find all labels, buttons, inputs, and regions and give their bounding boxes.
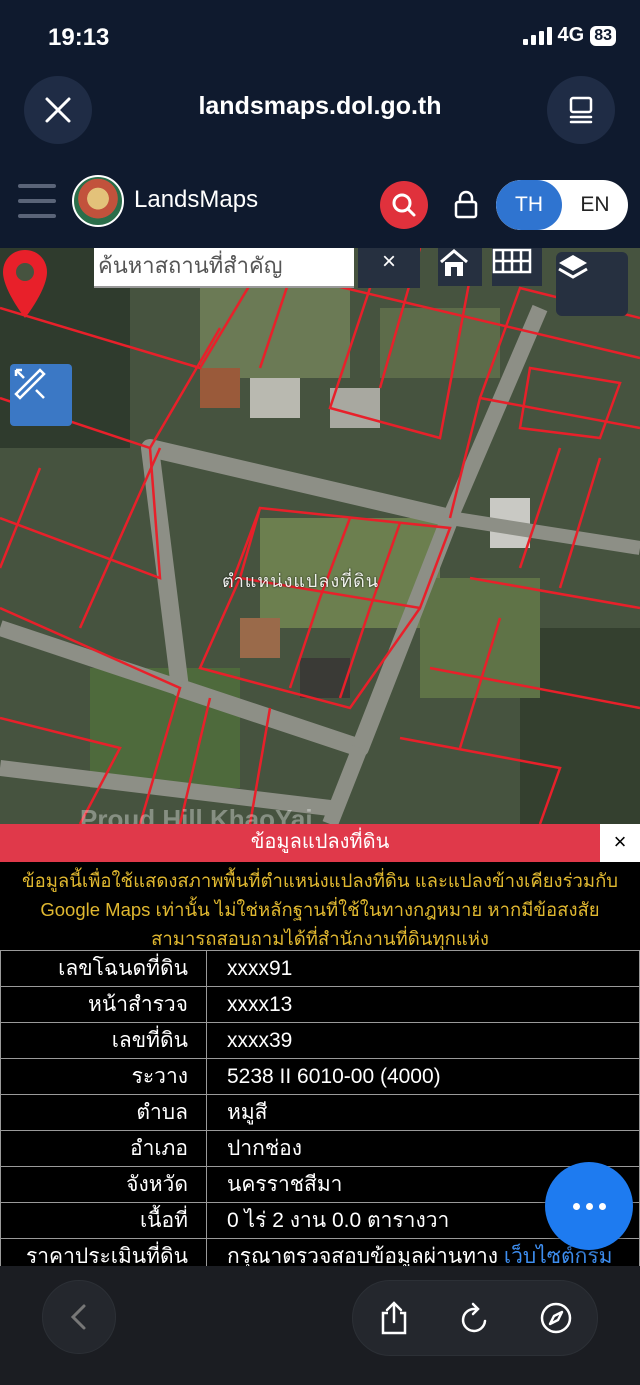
more-icon-dot (585, 1202, 593, 1210)
ruler-icon (14, 368, 46, 400)
back-icon (70, 1304, 86, 1330)
map-pin-icon[interactable] (0, 248, 50, 320)
table-row: หน้าสำรวจ xxxx13 (0, 986, 640, 1023)
page: 19:13 4G 83 landsmaps.dol.go.th LandsMap… (0, 0, 640, 1385)
lang-th-button[interactable]: TH (496, 180, 562, 230)
more-icon-dot (598, 1202, 606, 1210)
tabs-button[interactable] (547, 76, 615, 144)
satellite-map (0, 248, 640, 824)
more-icon-dot (572, 1202, 580, 1210)
home-button[interactable] (438, 248, 482, 286)
layers-icon (558, 255, 588, 279)
info-header: ข้อมูลแปลงที่ดิน (0, 824, 640, 862)
status-bar: 19:13 4G 83 (0, 0, 640, 72)
table-row: เนื้อที่ 0 ไร่ 2 งาน 0.0 ตารางวา (0, 1202, 640, 1239)
row-label: เลขที่ดิน (0, 1022, 207, 1059)
row-label: เลขโฉนดที่ดิน (0, 950, 207, 987)
browser-actions (352, 1280, 598, 1356)
place-search-input[interactable]: ค้นหาสถานที่สำคัญ (94, 248, 354, 288)
browser-bar: landsmaps.dol.go.th (0, 72, 640, 162)
row-label: ตำบล (0, 1094, 207, 1131)
url-text[interactable]: landsmaps.dol.go.th (0, 92, 640, 121)
map-place-label: Proud Hill KhaoYai (80, 804, 313, 824)
parcel-label: ตำแหน่งแปลงที่ดิน (222, 571, 380, 591)
table-row: ตำบล หมูสี (0, 1094, 640, 1131)
tabs-icon (569, 96, 593, 124)
price-text: กรุณาตรวจสอบข้อมูลผ่านทาง (227, 1245, 499, 1268)
home-icon (440, 249, 468, 276)
status-indicators: 4G 83 (522, 24, 616, 47)
compass-button[interactable] (536, 1298, 576, 1338)
grid-button[interactable] (492, 248, 542, 286)
more-button[interactable] (545, 1162, 633, 1250)
share-button[interactable] (374, 1298, 414, 1338)
search-button[interactable] (380, 181, 428, 229)
menu-icon[interactable] (18, 184, 56, 218)
parcel-info-panel: ข้อมูลแปลงที่ดิน × ข้อมูลนี้เพื่อใช้แสดง… (0, 824, 640, 1275)
network-type: 4G (557, 24, 585, 46)
language-toggle: TH EN (496, 180, 628, 230)
share-icon (381, 1301, 406, 1335)
app-title: LandsMaps (134, 186, 259, 213)
dol-logo (72, 175, 124, 227)
layers-button[interactable] (556, 252, 628, 316)
map-view[interactable]: ค้นหาสถานที่สำคัญ × ตำแหน่งแปลงที่ดิน Pr… (0, 248, 640, 824)
measure-button[interactable] (10, 364, 72, 426)
row-value: xxxx13 (206, 986, 640, 1023)
reload-icon (461, 1302, 487, 1333)
table-row: เลขที่ดิน xxxx39 (0, 1022, 640, 1059)
row-label: หน้าสำรวจ (0, 986, 207, 1023)
info-close-button[interactable]: × (600, 824, 640, 862)
row-label: ระวาง (0, 1058, 207, 1095)
lock-icon[interactable] (452, 189, 480, 219)
status-time: 19:13 (48, 24, 110, 51)
row-value: หมูสี (206, 1094, 640, 1131)
info-notice: ข้อมูลนี้เพื่อใช้แสดงสภาพพื้นที่ตำแหน่งแ… (21, 870, 619, 949)
table-row: จังหวัด นครราชสีมา (0, 1166, 640, 1203)
row-value: ปากช่อง (206, 1130, 640, 1167)
app-header: LandsMaps TH EN (0, 162, 640, 248)
search-clear-button[interactable]: × (358, 248, 420, 288)
grid-icon (492, 248, 532, 274)
signal-icon (522, 26, 552, 45)
row-label: จังหวัด (0, 1166, 207, 1203)
reload-button[interactable] (455, 1298, 495, 1338)
row-label: เนื้อที่ (0, 1202, 207, 1239)
parcel-info-table: เลขโฉนดที่ดิน xxxx91 หน้าสำรวจ xxxx13 เลขท… (0, 950, 640, 1275)
table-row: ระวาง 5238 II 6010-00 (4000) (0, 1058, 640, 1095)
row-label: อำเภอ (0, 1130, 207, 1167)
table-row: อำเภอ ปากช่อง (0, 1130, 640, 1167)
back-button[interactable] (42, 1280, 116, 1354)
row-value: xxxx39 (206, 1022, 640, 1059)
search-icon (392, 193, 416, 217)
row-value: 5238 II 6010-00 (4000) (206, 1058, 640, 1095)
row-value: xxxx91 (206, 950, 640, 987)
table-row: เลขโฉนดที่ดิน xxxx91 (0, 950, 640, 987)
browser-bottom-bar (0, 1266, 640, 1385)
lang-en-button[interactable]: EN (562, 180, 628, 230)
battery-icon: 83 (590, 25, 616, 46)
compass-icon (541, 1302, 572, 1334)
